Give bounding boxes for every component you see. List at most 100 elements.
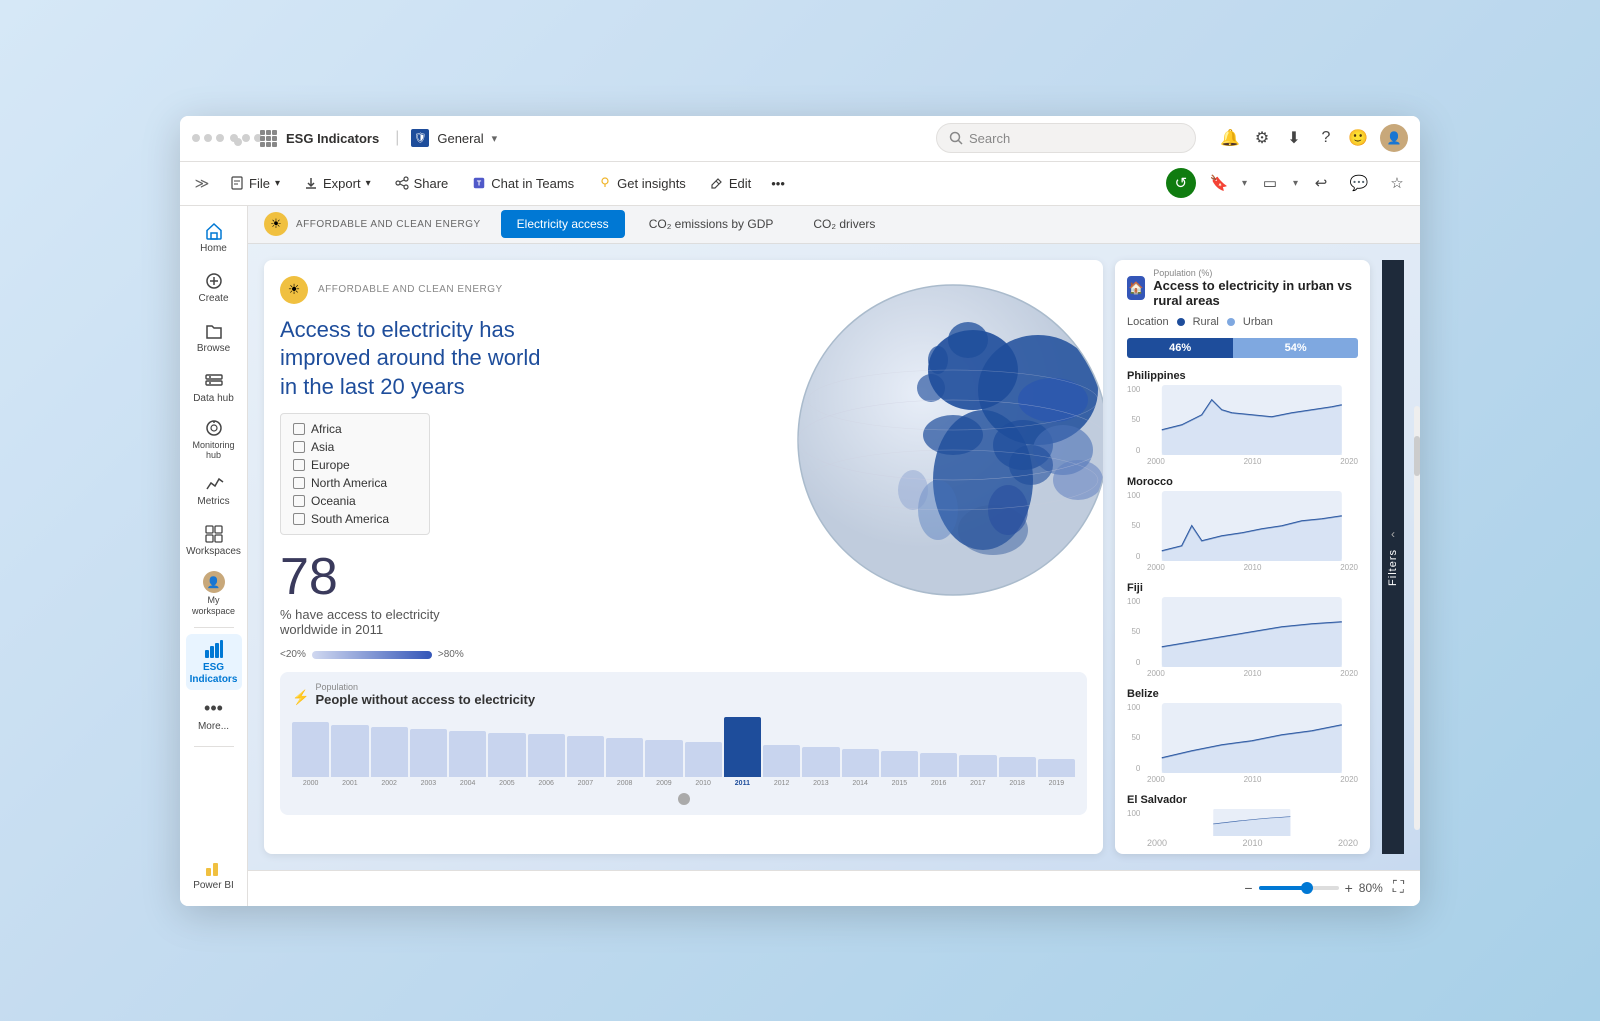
user-avatar[interactable]: 👤 (1380, 124, 1408, 152)
bar-2018 (999, 757, 1036, 777)
home-icon (204, 221, 224, 241)
bar-2007 (567, 736, 604, 777)
star-button[interactable]: ☆ (1382, 168, 1412, 198)
view-button[interactable]: ▭ (1255, 168, 1285, 198)
bookmark-chevron-icon[interactable]: ▾ (1242, 178, 1247, 189)
bar-2010 (685, 742, 722, 777)
toolbar: ≫ File ▾ Export ▾ Share T Chat in Teams … (180, 162, 1420, 206)
download-icon[interactable]: ⬇ (1284, 128, 1304, 148)
workspace-chevron-icon[interactable]: ▾ (492, 132, 498, 145)
tab-electricity-label: Electricity access (517, 217, 609, 231)
settings-icon[interactable]: ⚙ (1252, 128, 1272, 148)
region-oceania[interactable]: Oceania (293, 494, 417, 508)
bar-2002 (371, 727, 408, 777)
tab-co2-drivers[interactable]: CO₂ drivers (797, 210, 891, 238)
sidebar-item-powerbi[interactable]: Power BI (186, 850, 242, 898)
viz-title-small: AFFORDABLE AND CLEAN ENERGY (318, 284, 503, 295)
content-area: ☀ AFFORDABLE AND CLEAN ENERGY Electricit… (248, 206, 1420, 906)
comment-button[interactable]: 💬 (1344, 168, 1374, 198)
browse-icon (204, 321, 224, 341)
bottom-bar: − + 80% ⛶ (248, 870, 1420, 906)
tab-electricity-access[interactable]: Electricity access (501, 210, 625, 238)
bar-2008 (606, 738, 643, 777)
toolbar-right: ↺ 🔖 ▾ ▭ ▾ ↩ 💬 ☆ (1166, 168, 1412, 198)
expand-view-button[interactable]: ⛶ (1393, 879, 1404, 897)
urban-dot-icon (1227, 318, 1235, 326)
sidebar-item-browse[interactable]: Browse (186, 314, 242, 362)
sidebar-item-myworkspace[interactable]: 👤 My workspace (186, 567, 242, 621)
share-button[interactable]: Share (385, 168, 459, 198)
esg-label: ESG Indicators (188, 662, 240, 686)
title-bar: ESG Indicators | 🛡 General ▾ Search 🔔 ⚙ … (180, 116, 1420, 162)
powerbi-label: Power BI (193, 880, 234, 892)
datahub-icon (204, 371, 224, 391)
sidebar-item-esg[interactable]: ESG Indicators (186, 634, 242, 690)
viz-area: ☀ AFFORDABLE AND CLEAN ENERGY Access to … (248, 244, 1420, 870)
bar-chart: ⚡ Population People without access to el… (280, 672, 1087, 815)
more-button[interactable]: ••• (765, 168, 791, 198)
export-label: Export (323, 176, 361, 191)
more-icon: ••• (204, 698, 223, 719)
file-button[interactable]: File ▾ (220, 168, 290, 198)
zoom-minus-button[interactable]: − (1244, 880, 1252, 896)
tab-co2-gdp[interactable]: CO₂ emissions by GDP (633, 210, 790, 238)
zoom-level-label: 80% (1359, 881, 1383, 895)
sidebar-item-home[interactable]: Home (186, 214, 242, 262)
help-icon[interactable]: ? (1316, 128, 1336, 148)
feedback-icon[interactable]: 🙂 (1348, 128, 1368, 148)
legend-left-label: <20% (280, 649, 306, 660)
expand-nav-button[interactable]: ≫ (188, 169, 216, 197)
insights-button[interactable]: Get insights (588, 168, 696, 198)
chart-morocco-label: Morocco (1127, 476, 1358, 488)
region-africa[interactable]: Africa (293, 422, 417, 436)
bookmark-button[interactable]: 🔖 (1204, 168, 1234, 198)
chart-morocco-xaxis: 2000 2010 2020 (1127, 563, 1358, 572)
search-box[interactable]: Search (936, 123, 1196, 153)
chat-button[interactable]: T Chat in Teams (462, 168, 584, 198)
region-europe[interactable]: Europe (293, 458, 417, 472)
region-southamerica[interactable]: South America (293, 512, 417, 526)
monitoring-icon (204, 418, 224, 438)
back-button[interactable]: ↩ (1306, 168, 1336, 198)
right-panel-icon: 🏠 (1127, 276, 1145, 300)
region-northamerica[interactable]: North America (293, 476, 417, 490)
title-actions: 🔔 ⚙ ⬇ ? 🙂 👤 (1220, 124, 1408, 152)
esg-icon (203, 638, 225, 660)
filters-panel[interactable]: ‹ Filters (1382, 260, 1404, 854)
export-icon (304, 176, 318, 190)
zoom-slider[interactable] (1259, 886, 1339, 890)
region-asia[interactable]: Asia (293, 440, 417, 454)
location-legend: Location Rural Urban (1127, 316, 1358, 328)
rural-dot-icon (1177, 318, 1185, 326)
sidebar-item-datahub[interactable]: Data hub (186, 364, 242, 412)
app-window: ESG Indicators | 🛡 General ▾ Search 🔔 ⚙ … (180, 116, 1420, 906)
insights-label: Get insights (617, 176, 686, 191)
notification-icon[interactable]: 🔔 (1220, 128, 1240, 148)
sidebar-item-more[interactable]: ••• More... (186, 692, 242, 740)
chart-fiji-label: Fiji (1127, 582, 1358, 594)
bar-2012 (763, 745, 800, 777)
sidebar-item-metrics[interactable]: Metrics (186, 467, 242, 515)
sidebar-item-workspaces[interactable]: Workspaces (186, 517, 242, 565)
chart-elsalvador-yaxis: 100500 (1127, 809, 1140, 836)
export-button[interactable]: Export ▾ (294, 168, 381, 198)
bar-2013 (802, 747, 839, 777)
edit-button[interactable]: Edit (700, 168, 761, 198)
mini-charts: Philippines 100500 (1115, 364, 1370, 836)
sidebar: Home Create Browse Data hub (180, 206, 248, 906)
main-area: Home Create Browse Data hub (180, 206, 1420, 906)
sidebar-item-monitoring[interactable]: Monitoring hub (186, 414, 242, 466)
monitoring-label: Monitoring hub (188, 440, 240, 462)
bar-2015 (881, 751, 918, 777)
sidebar-item-create[interactable]: Create (186, 264, 242, 312)
chart-fiji-svg (1146, 597, 1358, 667)
refresh-button[interactable]: ↺ (1166, 168, 1196, 198)
app-name: ESG Indicators (286, 131, 379, 146)
chart-morocco-yaxis: 100500 (1127, 491, 1140, 561)
myworkspace-label: My workspace (188, 595, 240, 617)
browse-label: Browse (197, 343, 230, 355)
teams-icon: T (472, 176, 486, 190)
chart-belize-xaxis: 2000 2010 2020 (1127, 775, 1358, 784)
view-chevron-icon[interactable]: ▾ (1293, 178, 1298, 189)
zoom-plus-button[interactable]: + (1345, 880, 1353, 896)
